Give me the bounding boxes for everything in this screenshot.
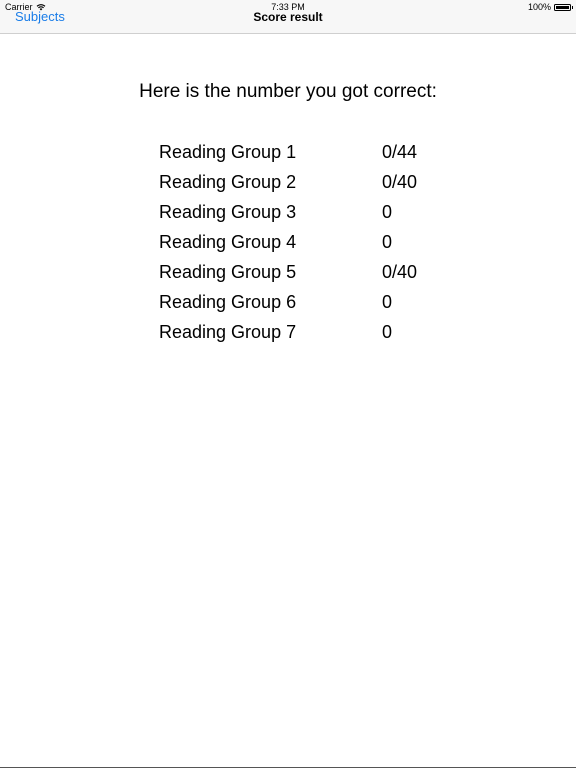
battery-percentage: 100%: [527, 2, 551, 12]
score-row: Reading Group 4 0: [159, 229, 459, 259]
intro-text: Here is the number you got correct:: [139, 81, 437, 102]
score-label: Reading Group 4: [159, 232, 297, 252]
score-value: 0: [382, 292, 393, 312]
score-list: Reading Group 1 0/44 Reading Group 2 0/4…: [159, 139, 459, 349]
score-value: 0/40: [382, 172, 418, 192]
score-row: Reading Group 1 0/44: [159, 139, 459, 169]
score-label: Reading Group 3: [159, 202, 297, 222]
score-label: Reading Group 7: [159, 322, 297, 342]
score-value: 0/44: [382, 142, 418, 162]
score-row: Reading Group 6 0: [159, 289, 459, 319]
score-label: Reading Group 5: [159, 262, 297, 282]
clock: 7:33 PM: [271, 2, 305, 12]
score-value: 0: [382, 322, 393, 342]
score-label: Reading Group 1: [159, 142, 297, 162]
score-value: 0/40: [382, 262, 418, 282]
score-row: Reading Group 7 0: [159, 319, 459, 349]
battery-icon: [554, 3, 573, 11]
score-label: Reading Group 6: [159, 292, 297, 312]
score-label: Reading Group 2: [159, 172, 297, 192]
score-value: 0: [382, 202, 393, 222]
battery-indicator: 100%: [527, 1, 573, 13]
screen: Subjects Score result Carrier 7:33 PM 10…: [0, 0, 576, 768]
status-bar: Carrier 7:33 PM 100%: [0, 0, 576, 12]
score-value: 0: [382, 232, 393, 252]
score-row: Reading Group 2 0/40: [159, 169, 459, 199]
score-row: Reading Group 5 0/40: [159, 259, 459, 289]
score-row: Reading Group 3 0: [159, 199, 459, 229]
